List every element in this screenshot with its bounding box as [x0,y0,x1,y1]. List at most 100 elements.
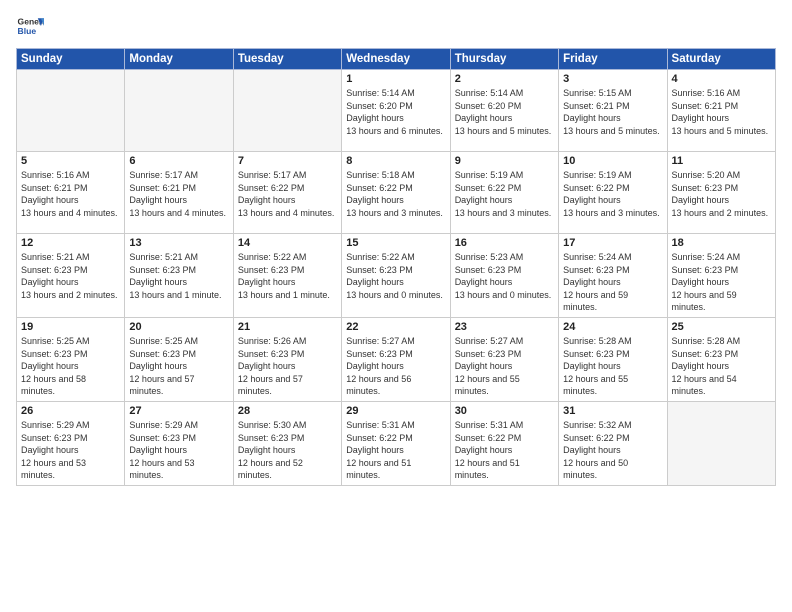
cell-info: Sunrise: 5:29 AMSunset: 6:23 PMDaylight … [129,419,228,482]
calendar-cell: 1 Sunrise: 5:14 AMSunset: 6:20 PMDaylight… [342,70,450,152]
calendar-week-row: 12 Sunrise: 5:21 AMSunset: 6:23 PMDayligh… [17,234,776,318]
cell-info: Sunrise: 5:19 AMSunset: 6:22 PMDaylight … [455,169,554,219]
calendar-cell: 17 Sunrise: 5:24 AMSunset: 6:23 PMDayligh… [559,234,667,318]
day-number: 8 [346,155,445,167]
cell-info: Sunrise: 5:14 AMSunset: 6:20 PMDaylight … [455,87,554,137]
calendar-cell: 20Sunrise: 5:25 AMSunset: 6:23 PMDayligh… [125,317,233,401]
calendar-cell: 7 Sunrise: 5:17 AMSunset: 6:22 PMDaylight… [233,152,341,234]
day-number: 12 [21,237,120,249]
calendar-cell: 26Sunrise: 5:29 AMSunset: 6:23 PMDayligh… [17,401,125,485]
day-number: 7 [238,155,337,167]
calendar-cell: 11 Sunrise: 5:20 AMSunset: 6:23 PMDayligh… [667,152,775,234]
cell-info: Sunrise: 5:22 AMSunset: 6:23 PMDaylight … [346,251,445,301]
weekday-header: Friday [559,49,667,70]
day-number: 13 [129,237,228,249]
cell-info: Sunrise: 5:17 AMSunset: 6:21 PMDaylight … [129,169,228,219]
cell-info: Sunrise: 5:15 AMSunset: 6:21 PMDaylight … [563,87,662,137]
page: General Blue SundayMondayTuesdayWednesda… [0,0,792,612]
calendar-cell: 10 Sunrise: 5:19 AMSunset: 6:22 PMDayligh… [559,152,667,234]
cell-info: Sunrise: 5:22 AMSunset: 6:23 PMDaylight … [238,251,337,301]
calendar-week-row: 26 Sunrise: 5:29 AMSunset: 6:23 PMDayligh… [17,401,776,485]
calendar-cell [233,70,341,152]
calendar-cell: 14 Sunrise: 5:22 AMSunset: 6:23 PMDayligh… [233,234,341,318]
day-number: 25 [672,321,771,333]
cell-info: Sunrise: 5:16 AMSunset: 6:21 PMDaylight … [21,169,120,219]
cell-info: Sunrise: 5:21 AMSunset: 6:23 PMDaylight … [21,251,120,301]
day-number: 19 [21,321,120,333]
day-number: 11 [672,155,771,167]
cell-info: Sunrise: 5:16 AMSunset: 6:21 PMDaylight … [672,87,771,137]
cell-info: Sunrise: 5:25 AMSunset: 6:23 PMDaylight … [21,335,120,398]
cell-info: Sunrise: 5:21 AMSunset: 6:23 PMDaylight … [129,251,228,301]
cell-info: Sunrise: 5:19 AMSunset: 6:22 PMDaylight … [563,169,662,219]
cell-info: Sunrise: 5:24 AMSunset: 6:23 PMDaylight … [563,251,662,314]
day-number: 21 [238,321,337,333]
calendar-cell: 21 Sunrise: 5:26 AMSunset: 6:23 PMDayligh… [233,317,341,401]
calendar-cell: 12 Sunrise: 5:21 AMSunset: 6:23 PMDayligh… [17,234,125,318]
weekday-header: Sunday [17,49,125,70]
cell-info: Sunrise: 5:20 AMSunset: 6:23 PMDaylight … [672,169,771,219]
day-number: 4 [672,73,771,85]
day-number: 15 [346,237,445,249]
calendar-cell: 27Sunrise: 5:29 AMSunset: 6:23 PMDayligh… [125,401,233,485]
cell-info: Sunrise: 5:27 AMSunset: 6:23 PMDaylight … [455,335,554,398]
weekday-header: Tuesday [233,49,341,70]
calendar-cell [667,401,775,485]
calendar-cell: 23Sunrise: 5:27 AMSunset: 6:23 PMDayligh… [450,317,558,401]
cell-info: Sunrise: 5:23 AMSunset: 6:23 PMDaylight … [455,251,554,301]
calendar-week-row: 19 Sunrise: 5:25 AMSunset: 6:23 PMDayligh… [17,317,776,401]
cell-info: Sunrise: 5:32 AMSunset: 6:22 PMDaylight … [563,419,662,482]
day-number: 3 [563,73,662,85]
cell-info: Sunrise: 5:31 AMSunset: 6:22 PMDaylight … [346,419,445,482]
cell-info: Sunrise: 5:31 AMSunset: 6:22 PMDaylight … [455,419,554,482]
day-number: 17 [563,237,662,249]
logo: General Blue [16,12,44,40]
calendar-cell: 5 Sunrise: 5:16 AMSunset: 6:21 PMDaylight… [17,152,125,234]
calendar-cell: 19 Sunrise: 5:25 AMSunset: 6:23 PMDayligh… [17,317,125,401]
day-number: 10 [563,155,662,167]
day-number: 31 [563,405,662,417]
day-number: 26 [21,405,120,417]
calendar-cell: 6 Sunrise: 5:17 AMSunset: 6:21 PMDaylight… [125,152,233,234]
calendar-cell: 9 Sunrise: 5:19 AMSunset: 6:22 PMDaylight… [450,152,558,234]
calendar-header-row: SundayMondayTuesdayWednesdayThursdayFrid… [17,49,776,70]
cell-info: Sunrise: 5:27 AMSunset: 6:23 PMDaylight … [346,335,445,398]
weekday-header: Wednesday [342,49,450,70]
weekday-header: Monday [125,49,233,70]
cell-info: Sunrise: 5:26 AMSunset: 6:23 PMDaylight … [238,335,337,398]
day-number: 2 [455,73,554,85]
calendar-cell: 4 Sunrise: 5:16 AMSunset: 6:21 PMDaylight… [667,70,775,152]
calendar-cell: 3 Sunrise: 5:15 AMSunset: 6:21 PMDaylight… [559,70,667,152]
day-number: 9 [455,155,554,167]
day-number: 18 [672,237,771,249]
calendar-cell: 25 Sunrise: 5:28 AMSunset: 6:23 PMDayligh… [667,317,775,401]
calendar-cell: 30 Sunrise: 5:31 AMSunset: 6:22 PMDayligh… [450,401,558,485]
cell-info: Sunrise: 5:28 AMSunset: 6:23 PMDaylight … [563,335,662,398]
calendar-cell: 28Sunrise: 5:30 AMSunset: 6:23 PMDayligh… [233,401,341,485]
calendar-cell: 8Sunrise: 5:18 AMSunset: 6:22 PMDaylight… [342,152,450,234]
calendar-cell [125,70,233,152]
day-number: 24 [563,321,662,333]
weekday-header: Thursday [450,49,558,70]
cell-info: Sunrise: 5:30 AMSunset: 6:23 PMDaylight … [238,419,337,482]
calendar-table: SundayMondayTuesdayWednesdayThursdayFrid… [16,48,776,486]
calendar-cell: 18 Sunrise: 5:24 AMSunset: 6:23 PMDayligh… [667,234,775,318]
cell-info: Sunrise: 5:25 AMSunset: 6:23 PMDaylight … [129,335,228,398]
calendar-cell: 16Sunrise: 5:23 AMSunset: 6:23 PMDayligh… [450,234,558,318]
day-number: 29 [346,405,445,417]
calendar-week-row: 5 Sunrise: 5:16 AMSunset: 6:21 PMDaylight… [17,152,776,234]
header: General Blue [16,12,776,40]
calendar-cell: 22Sunrise: 5:27 AMSunset: 6:23 PMDayligh… [342,317,450,401]
calendar-cell: 13 Sunrise: 5:21 AMSunset: 6:23 PMDayligh… [125,234,233,318]
calendar-cell: 2 Sunrise: 5:14 AMSunset: 6:20 PMDaylight… [450,70,558,152]
logo-icon: General Blue [16,12,44,40]
day-number: 30 [455,405,554,417]
day-number: 5 [21,155,120,167]
cell-info: Sunrise: 5:28 AMSunset: 6:23 PMDaylight … [672,335,771,398]
day-number: 6 [129,155,228,167]
day-number: 1 [346,73,445,85]
cell-info: Sunrise: 5:24 AMSunset: 6:23 PMDaylight … [672,251,771,314]
cell-info: Sunrise: 5:14 AMSunset: 6:20 PMDaylight … [346,87,445,137]
day-number: 14 [238,237,337,249]
cell-info: Sunrise: 5:17 AMSunset: 6:22 PMDaylight … [238,169,337,219]
